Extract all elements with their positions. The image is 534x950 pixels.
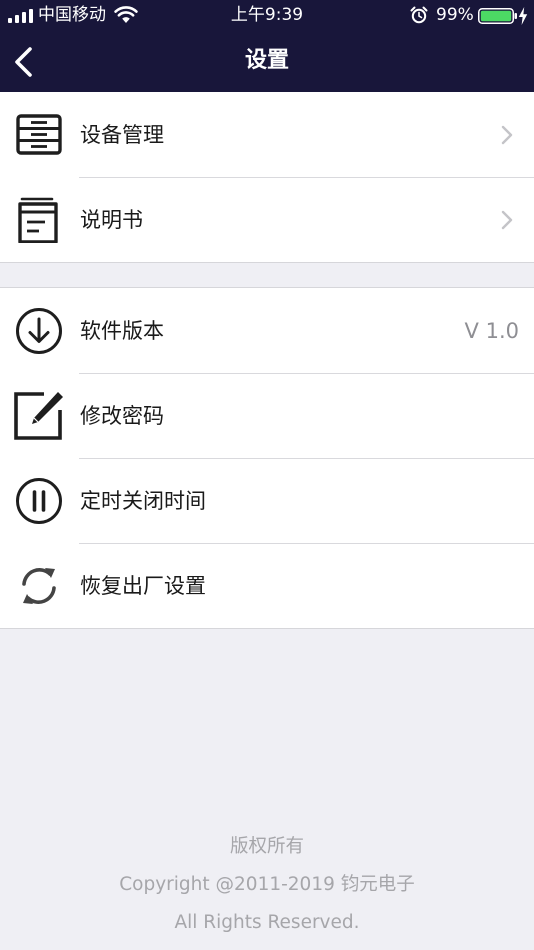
settings-item-auto-shutoff-time[interactable]: 定时关闭时间 bbox=[0, 458, 534, 543]
software-version-value: V 1.0 bbox=[464, 319, 519, 343]
battery-icon bbox=[478, 8, 517, 24]
settings-item-software-version[interactable]: 软件版本 V 1.0 bbox=[0, 288, 534, 373]
settings-group-2: 软件版本 V 1.0 修改密码 定时关闭时间 恢复出厂设置 bbox=[0, 287, 534, 629]
settings-item-device-management[interactable]: 设备管理 bbox=[0, 92, 534, 177]
footer-copyright-text: Copyright @2011-2019 钧元电子 bbox=[119, 874, 415, 895]
charging-bolt-icon bbox=[518, 7, 528, 25]
battery-percentage: 99% bbox=[436, 5, 474, 25]
settings-item-change-password[interactable]: 修改密码 bbox=[0, 373, 534, 458]
settings-item-label: 修改密码 bbox=[80, 404, 164, 428]
page-title: 设置 bbox=[244, 48, 289, 73]
settings-item-factory-reset[interactable]: 恢复出厂设置 bbox=[0, 543, 534, 628]
navigation-bar: 设置 bbox=[0, 32, 534, 92]
alarm-clock-icon bbox=[410, 6, 428, 24]
settings-item-label: 说明书 bbox=[80, 208, 143, 232]
settings-item-label: 软件版本 bbox=[80, 319, 164, 343]
settings-item-label: 设备管理 bbox=[80, 123, 164, 147]
top-bar: 中国移动 上午9:39 99% 设置 bbox=[0, 0, 534, 92]
status-bar: 中国移动 上午9:39 99% bbox=[0, 0, 534, 32]
download-circle-icon bbox=[16, 308, 62, 354]
footer-copyright-heading: 版权所有 bbox=[229, 836, 304, 857]
edit-icon bbox=[14, 392, 63, 440]
settings-item-manual[interactable]: 说明书 bbox=[0, 177, 534, 262]
settings-group-1: 设备管理 说明书 bbox=[0, 92, 534, 263]
footer-rights-reserved: All Rights Reserved. bbox=[174, 912, 360, 933]
chevron-right-icon bbox=[501, 125, 513, 145]
pause-circle-icon bbox=[16, 478, 62, 524]
device-management-icon bbox=[16, 114, 62, 155]
settings-item-label: 定时关闭时间 bbox=[80, 489, 206, 513]
settings-item-label: 恢复出厂设置 bbox=[80, 574, 206, 598]
refresh-icon bbox=[22, 568, 56, 604]
manual-icon bbox=[18, 197, 58, 243]
chevron-right-icon bbox=[501, 210, 513, 230]
